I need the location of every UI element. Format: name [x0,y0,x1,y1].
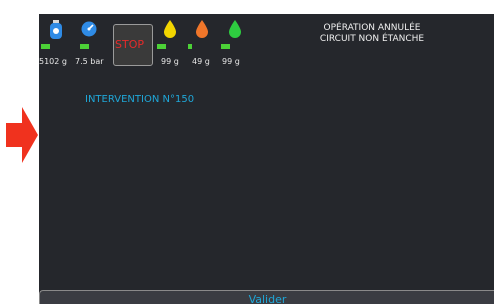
pressure-gauge-icon [81,21,97,37]
oil-orange-indicator [189,20,215,38]
pressure-level-bar [80,44,89,49]
bottle-level-bar [41,44,50,49]
oil-yellow-indicator [157,20,183,38]
pressure-value: 7.5 bar [75,57,104,66]
oil-orange-level-bar [188,44,192,49]
status-message-line2: CIRCUIT NON ÉTANCHE [319,34,425,44]
red-pointer-arrow-icon [6,107,38,163]
status-message: OPÉRATION ANNULÉE CIRCUIT NON ÉTANCHE [283,23,461,45]
oil-green-value: 99 g [222,57,240,66]
orange-drop-icon [196,20,208,38]
bottle-weight-value: 5102 g [39,57,67,66]
oil-green-level-bar [221,44,230,49]
stop-label[interactable]: STOP [115,38,144,51]
refrigerant-bottle-indicator [43,20,69,40]
validate-button[interactable]: Valider [39,290,494,304]
status-message-line1: OPÉRATION ANNULÉE [323,23,421,33]
oil-yellow-value: 99 g [161,57,179,66]
pressure-indicator [76,20,102,38]
gas-bottle-icon [50,20,62,39]
oil-orange-value: 49 g [192,57,210,66]
oil-green-indicator [222,20,248,38]
device-screen: STOP 5102 g 7.5 bar 99 g 49 g 99 g OPÉRA… [39,14,494,304]
green-drop-icon [229,20,241,38]
yellow-drop-icon [164,20,176,38]
oil-yellow-level-bar [157,44,166,49]
intervention-number: INTERVENTION N°150 [85,94,195,105]
